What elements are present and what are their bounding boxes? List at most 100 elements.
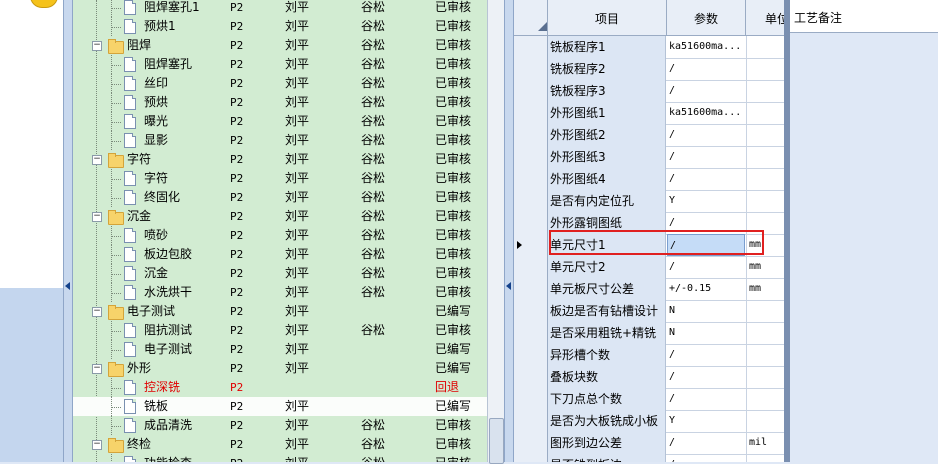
collapse-middle-icon[interactable] bbox=[506, 282, 511, 290]
param-cell[interactable]: ka51600ma... bbox=[667, 102, 745, 124]
row-header[interactable] bbox=[514, 278, 548, 300]
tree-item-row[interactable]: 预烘 P2 刘平 谷松 已审核 bbox=[73, 93, 487, 112]
unit-cell[interactable] bbox=[746, 102, 784, 124]
unit-cell[interactable] bbox=[746, 80, 784, 102]
param-cell[interactable]: / bbox=[667, 454, 745, 462]
tree-group-row[interactable]: − 阻焊 P2 刘平 谷松 已审核 bbox=[73, 36, 487, 55]
unit-cell[interactable] bbox=[746, 366, 784, 388]
row-header[interactable] bbox=[514, 80, 548, 102]
unit-cell[interactable]: mil bbox=[746, 432, 784, 454]
param-cell[interactable]: N bbox=[667, 322, 745, 344]
tree-group-row[interactable]: − 电子测试 P2 刘平 已编写 bbox=[73, 302, 487, 321]
param-cell[interactable]: / bbox=[667, 432, 745, 454]
param-cell[interactable]: +/-0.15 bbox=[667, 278, 745, 300]
grid-row[interactable]: 下刀点总个数 / bbox=[514, 388, 784, 411]
param-cell[interactable]: / bbox=[667, 256, 745, 278]
unit-cell[interactable] bbox=[746, 344, 784, 366]
tree-item-row[interactable]: 板边包胶 P2 刘平 谷松 已审核 bbox=[73, 245, 487, 264]
unit-cell[interactable]: mm bbox=[746, 278, 784, 300]
grid-row[interactable]: 外形图纸4/ bbox=[514, 168, 784, 191]
tree-item-row[interactable]: 曝光 P2 刘平 谷松 已审核 bbox=[73, 112, 487, 131]
row-header[interactable] bbox=[514, 454, 548, 462]
row-header[interactable] bbox=[514, 410, 548, 432]
row-header[interactable] bbox=[514, 190, 548, 212]
unit-cell[interactable] bbox=[746, 168, 784, 190]
unit-cell[interactable]: mm bbox=[746, 256, 784, 278]
unit-cell[interactable] bbox=[746, 454, 784, 462]
unit-cell[interactable] bbox=[746, 146, 784, 168]
grid-row[interactable]: 外形图纸2/ bbox=[514, 124, 784, 147]
unit-cell[interactable] bbox=[746, 124, 784, 146]
grid-row[interactable]: 铣板程序3/ bbox=[514, 80, 784, 103]
param-cell[interactable]: Y bbox=[667, 190, 745, 212]
row-header[interactable] bbox=[514, 36, 548, 58]
tree-item-row[interactable]: 电子测试 P2 刘平 已编写 bbox=[73, 340, 487, 359]
collapse-toggle-icon[interactable]: − bbox=[92, 307, 102, 317]
tree-item-row[interactable]: 丝印 P2 刘平 谷松 已审核 bbox=[73, 74, 487, 93]
param-cell[interactable]: / bbox=[667, 146, 745, 168]
param-cell[interactable]: / bbox=[667, 168, 745, 190]
scrollbar-thumb[interactable] bbox=[489, 418, 504, 464]
tree-group-row[interactable]: − 沉金 P2 刘平 谷松 已审核 bbox=[73, 207, 487, 226]
tree-item-row[interactable]: 功能检查 P2 刘平 谷松 已审核 bbox=[73, 454, 487, 462]
grid-corner[interactable] bbox=[514, 0, 548, 35]
collapse-toggle-icon[interactable]: − bbox=[92, 364, 102, 374]
param-cell[interactable]: / bbox=[667, 80, 745, 102]
grid-row[interactable]: 是否为大板铣成小板 Y bbox=[514, 410, 784, 433]
tree-item-row[interactable]: 阻焊塞孔1 P2 刘平 谷松 已审核 bbox=[73, 0, 487, 17]
param-cell[interactable]: ka51600ma... bbox=[667, 36, 745, 58]
unit-cell[interactable] bbox=[746, 410, 784, 432]
grid-row[interactable]: 外形图纸1 ka51600ma... bbox=[514, 102, 784, 125]
param-cell[interactable]: / bbox=[667, 58, 745, 80]
tree-scrollbar[interactable] bbox=[487, 0, 504, 464]
row-header[interactable] bbox=[514, 432, 548, 454]
tree-item-row[interactable]: 阻抗测试 P2 刘平 谷松 已审核 bbox=[73, 321, 487, 340]
row-header[interactable] bbox=[514, 102, 548, 124]
tree-group-row[interactable]: − 终检 P2 刘平 谷松 已审核 bbox=[73, 435, 487, 454]
grid-row[interactable]: 是否有内定位孔 Y bbox=[514, 190, 784, 213]
param-cell[interactable]: / bbox=[667, 366, 745, 388]
grid-row[interactable]: 叠板块数 / bbox=[514, 366, 784, 389]
tree-item-row[interactable]: 水洗烘干 P2 刘平 谷松 已审核 bbox=[73, 283, 487, 302]
collapse-left-icon[interactable] bbox=[65, 282, 70, 290]
collapse-toggle-icon[interactable]: − bbox=[92, 155, 102, 165]
row-header[interactable] bbox=[514, 58, 548, 80]
row-header[interactable] bbox=[514, 344, 548, 366]
middle-splitter[interactable] bbox=[504, 0, 514, 462]
row-header[interactable] bbox=[514, 300, 548, 322]
grid-row[interactable]: 单元尺寸2/mm bbox=[514, 256, 784, 279]
param-cell[interactable]: / bbox=[667, 344, 745, 366]
unit-cell[interactable] bbox=[746, 322, 784, 344]
tree-item-row[interactable]: 铣板 P2 刘平 已编写 bbox=[73, 397, 487, 416]
tree-item-row[interactable]: 喷砂 P2 刘平 谷松 已审核 bbox=[73, 226, 487, 245]
collapse-toggle-icon[interactable]: − bbox=[92, 212, 102, 222]
grid-row[interactable]: 单元板尺寸公差 +/-0.15 mm bbox=[514, 278, 784, 301]
unit-cell[interactable] bbox=[746, 190, 784, 212]
row-header[interactable] bbox=[514, 146, 548, 168]
row-header[interactable] bbox=[514, 124, 548, 146]
row-header[interactable] bbox=[514, 212, 548, 234]
tree-item-row[interactable]: 控深铣 P2 回退 bbox=[73, 378, 487, 397]
row-header[interactable] bbox=[514, 388, 548, 410]
param-cell[interactable]: / bbox=[667, 388, 745, 410]
param-cell[interactable]: Y bbox=[667, 410, 745, 432]
param-cell[interactable]: N bbox=[667, 300, 745, 322]
tree-item-row[interactable]: 终固化 P2 刘平 谷松 已审核 bbox=[73, 188, 487, 207]
grid-row[interactable]: 图形到边公差 / mil bbox=[514, 432, 784, 455]
tree-group-row[interactable]: − 外形 P2 刘平 已编写 bbox=[73, 359, 487, 378]
tree-item-row[interactable]: 沉金 P2 刘平 谷松 已审核 bbox=[73, 264, 487, 283]
row-header[interactable] bbox=[514, 168, 548, 190]
tree-item-row[interactable]: 预烘1 P2 刘平 谷松 已审核 bbox=[73, 17, 487, 36]
unit-cell[interactable] bbox=[746, 300, 784, 322]
collapse-toggle-icon[interactable]: − bbox=[92, 440, 102, 450]
column-header-unit[interactable]: 单位 bbox=[746, 0, 784, 35]
column-header-param[interactable]: 参数 bbox=[667, 0, 746, 35]
tree-item-row[interactable]: 字符 P2 刘平 谷松 已审核 bbox=[73, 169, 487, 188]
grid-row[interactable]: 铣板程序2/ bbox=[514, 58, 784, 81]
tree-group-row[interactable]: − 字符 P2 刘平 谷松 已审核 bbox=[73, 150, 487, 169]
unit-cell[interactable] bbox=[746, 58, 784, 80]
grid-row[interactable]: 外形图纸3/ bbox=[514, 146, 784, 169]
row-header[interactable] bbox=[514, 256, 548, 278]
tree-item-row[interactable]: 显影 P2 刘平 谷松 已审核 bbox=[73, 131, 487, 150]
row-header[interactable] bbox=[514, 234, 548, 256]
